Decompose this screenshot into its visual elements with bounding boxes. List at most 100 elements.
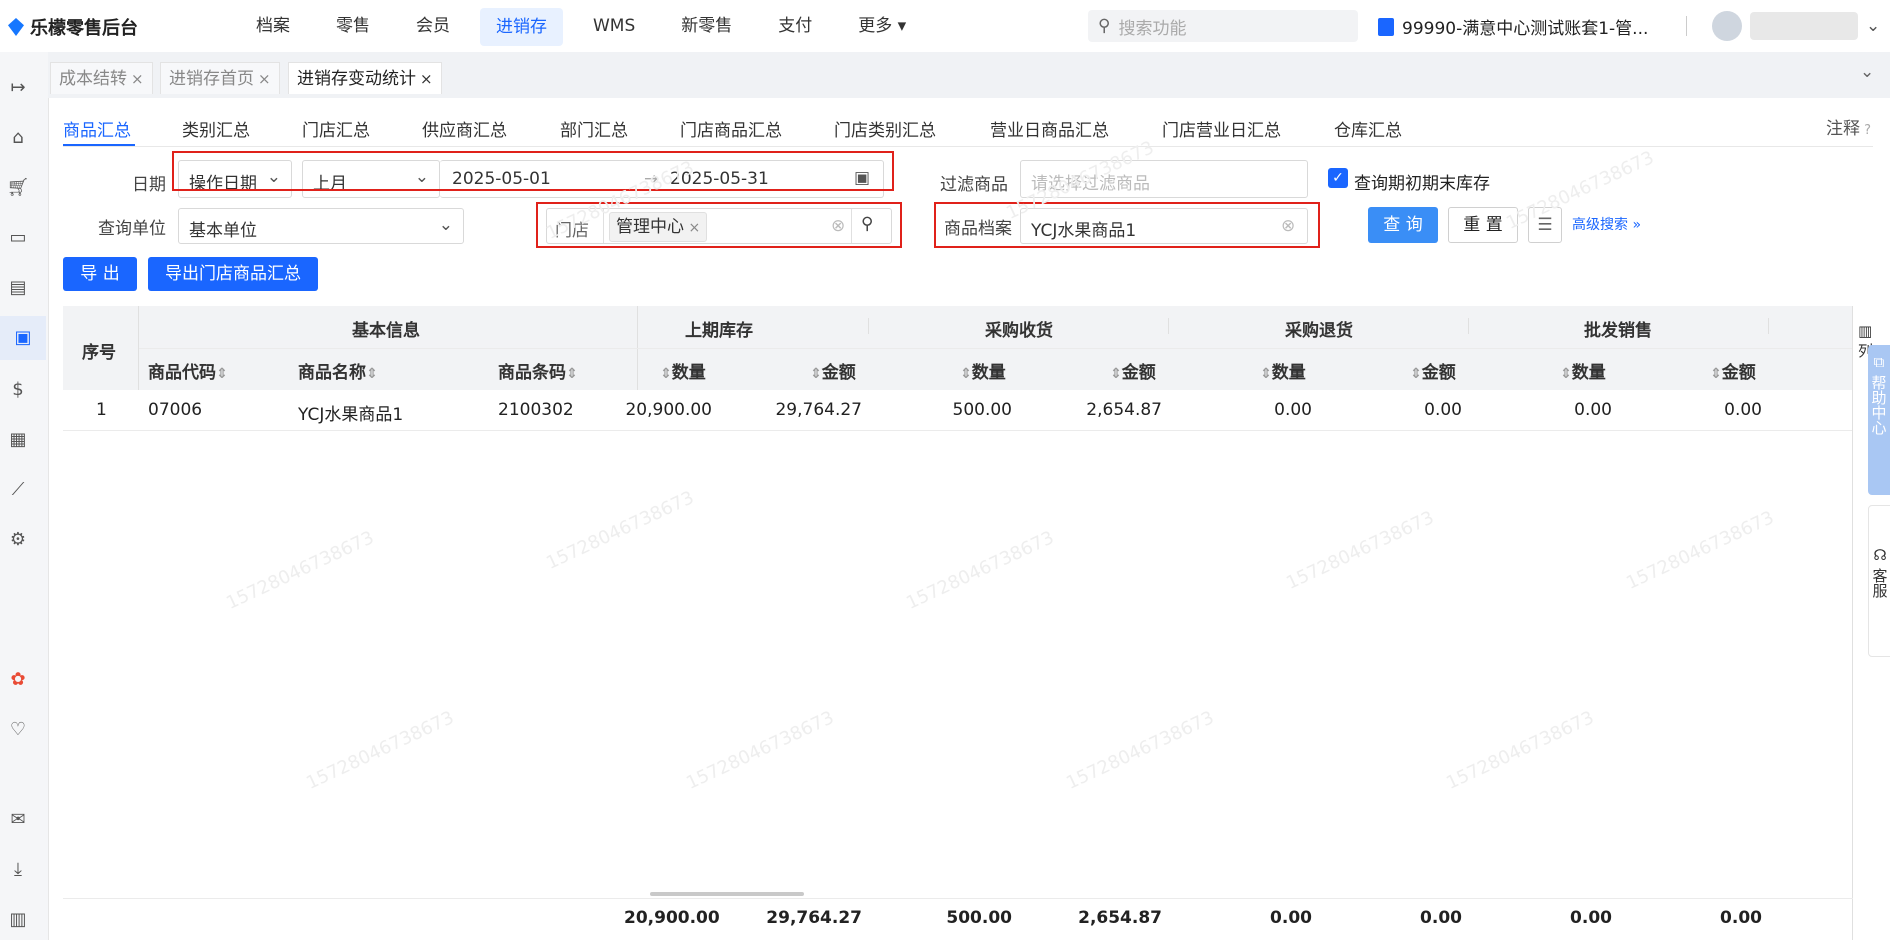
subtab-goods-summary[interactable]: 商品汇总 [63,116,131,141]
filter-list-icon[interactable]: ☰ [1528,207,1562,243]
watermark: 15728046738673 [1443,707,1598,794]
goods-archive-input[interactable]: YCJ水果商品1 ⊗ [1020,208,1308,244]
query-button[interactable]: 查 询 [1368,207,1438,243]
store-select[interactable]: 门店 管理中心 × ⊗ ⚲ [546,208,892,244]
col-recv-qty[interactable]: ⇕数量 [960,358,1006,383]
subtab-warehouse-summary[interactable]: 仓库汇总 [1334,116,1402,141]
download-icon[interactable]: ⤓ [6,858,30,882]
sort-icon[interactable]: ⇕ [1260,366,1272,382]
col-goods-code[interactable]: 商品代码⇕ [148,358,228,383]
cart-icon[interactable]: 🛒︎ [6,176,30,200]
chevron-down-icon[interactable]: ⌄ [1866,16,1880,36]
member-card-icon[interactable]: ▭ [6,226,30,250]
search-box[interactable]: ⚲ 搜索功能 [1088,10,1358,42]
money-icon[interactable]: $ [6,378,30,402]
col-goods-name[interactable]: 商品名称⇕ [298,358,378,383]
mail-icon[interactable]: ✉ [6,808,30,832]
subtab-business-day-goods-summary[interactable]: 营业日商品汇总 [990,116,1109,141]
close-icon[interactable]: × [131,70,144,88]
wallet-icon[interactable]: ▤ [6,276,30,300]
col-recv-amt[interactable]: ⇕金额 [1110,358,1156,383]
subtab-store-category-summary[interactable]: 门店类别汇总 [834,116,936,141]
caret-down-icon: ▾ [892,16,907,36]
document-icon[interactable]: ▦ [6,428,30,452]
note-link[interactable]: 注释 ? [1826,114,1871,139]
query-unit-select[interactable]: 基本单位 ⌄ [178,208,464,244]
filter-goods-input[interactable]: 请选择过滤商品 [1020,160,1308,198]
subtab-department-summary[interactable]: 部门汇总 [560,116,628,141]
advanced-search-link[interactable]: 高级搜索 » [1572,214,1641,234]
store-chip[interactable]: 管理中心 × [609,212,708,242]
sort-icon[interactable]: ⇕ [1110,366,1122,382]
group-wholesale-sales: 批发销售 [1584,321,1652,341]
sort-icon[interactable]: ⇕ [960,366,972,382]
col-ret-qty[interactable]: ⇕数量 [1260,358,1306,383]
col-ws-amt[interactable]: ⇕金额 [1710,358,1756,383]
watermark: 15728046738673 [1623,507,1778,594]
subtab-store-business-day-summary[interactable]: 门店营业日汇总 [1162,116,1281,141]
col-ws-qty[interactable]: ⇕数量 [1560,358,1606,383]
inventory-icon[interactable]: ▣ [0,316,46,360]
page-tab-inventory-change-stats[interactable]: 进销存变动统计 × [288,62,442,94]
sort-icon[interactable]: ⇕ [366,366,378,382]
page-tab-inventory-home[interactable]: 进销存首页 × [160,62,280,94]
sort-icon[interactable]: ⇕ [1710,366,1722,382]
report-icon[interactable]: ▥ [6,908,30,932]
col-goods-barcode[interactable]: 商品条码⇕ [498,358,578,383]
clear-icon[interactable]: ⊗ [1281,216,1295,236]
watermark: 15728046738673 [683,707,838,794]
checkbox-checked-icon[interactable]: ✓ [1328,168,1348,188]
nav-item-member[interactable]: 会员 [400,0,466,52]
user-name-blurred[interactable] [1750,12,1858,40]
sort-icon[interactable]: ⇕ [1560,366,1572,382]
export-button[interactable]: 导 出 [63,257,137,291]
sort-icon[interactable]: ⇕ [1410,366,1422,382]
clear-icon[interactable]: ⊗ [831,216,845,236]
tabs-chevron-down-icon[interactable]: ⌄ [1860,62,1874,82]
search-icon[interactable]: ⚲ [861,214,873,234]
sort-icon[interactable]: ⇕ [810,366,822,382]
col-label: 金额 [1721,363,1756,383]
col-prev-amt[interactable]: ⇕金额 [810,358,856,383]
nav-item-retail[interactable]: 零售 [320,0,386,52]
divider [868,318,869,334]
chip-close-icon[interactable]: × [684,220,700,236]
col-ret-amt[interactable]: ⇕金额 [1410,358,1456,383]
horizontal-scrollbar[interactable] [650,892,804,896]
account-switcher[interactable]: 99990-满意中心测试账套1-管... [1378,14,1648,39]
col-label: 商品代码 [148,363,216,383]
nav-item-new-retail[interactable]: 新零售 [665,0,748,52]
close-icon[interactable]: × [420,70,433,88]
sort-icon[interactable]: ⇕ [660,366,672,382]
subtab-supplier-summary[interactable]: 供应商汇总 [422,116,507,141]
reset-button[interactable]: 重 置 [1448,207,1518,243]
subtab-category-summary[interactable]: 类别汇总 [182,116,250,141]
customer-service-float[interactable]: ☊ 客服 [1868,505,1890,657]
expand-sidebar-icon[interactable]: ↦ [6,76,30,100]
nav-item-archive[interactable]: 档案 [240,0,306,52]
nav-item-inventory[interactable]: 进销存 [480,8,563,46]
app-store-icon[interactable]: ✿ [6,668,30,692]
help-center-float[interactable]: ⧉ 帮助中心 [1868,345,1890,495]
heart-icon[interactable]: ♡ [6,718,30,742]
export-store-goods-button[interactable]: 导出门店商品汇总 [148,257,318,291]
subtab-divider [63,146,1873,147]
page-tab-cost-carryover[interactable]: 成本结转 × [50,62,153,94]
home-icon[interactable]: ⌂ [6,126,30,150]
sort-icon[interactable]: ⇕ [216,366,228,382]
checkbox-label[interactable]: 查询期初期末库存 [1354,169,1490,194]
chart-icon[interactable]: ⟋ [6,478,30,502]
nav-item-more[interactable]: 更多 ▾ [842,0,922,52]
col-label: 金额 [1421,363,1456,383]
col-prev-qty[interactable]: ⇕数量 [660,358,706,383]
subtab-store-summary[interactable]: 门店汇总 [302,116,370,141]
app-logo[interactable]: 乐檬零售后台 [8,14,138,40]
subtab-store-goods-summary[interactable]: 门店商品汇总 [680,116,782,141]
nav-item-wms[interactable]: WMS [577,0,651,52]
avatar[interactable] [1712,11,1742,41]
settings-icon[interactable]: ⚙ [6,528,30,552]
close-icon[interactable]: × [258,70,271,88]
sort-icon[interactable]: ⇕ [566,366,578,382]
nav-item-payment[interactable]: 支付 [762,0,828,52]
watermark: 15728046738673 [1283,507,1438,594]
